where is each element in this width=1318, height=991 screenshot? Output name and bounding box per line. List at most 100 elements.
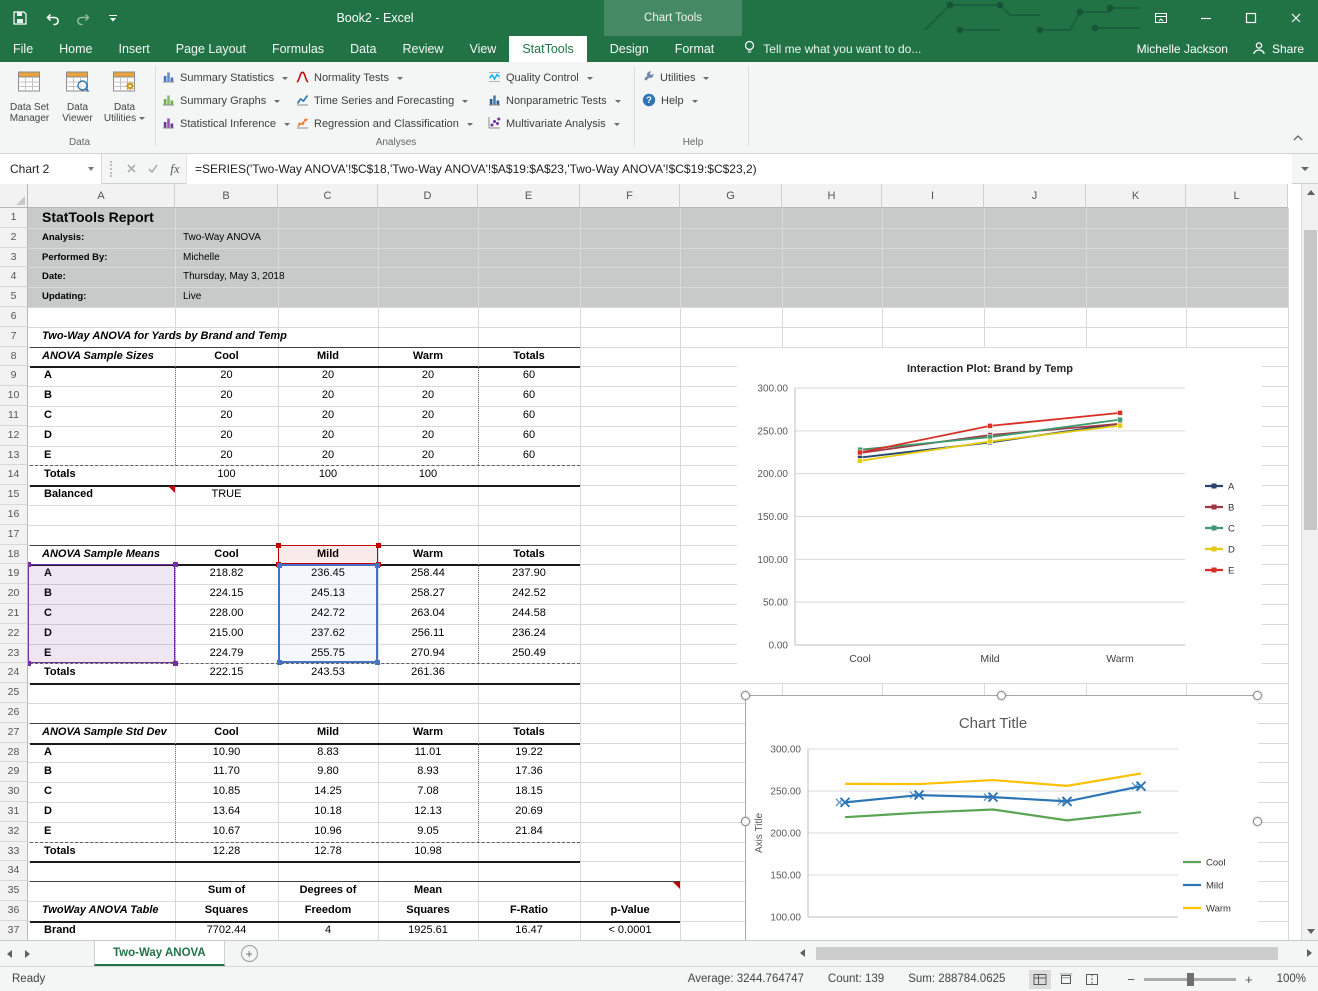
vertical-scrollbar[interactable] <box>1301 184 1318 940</box>
zoom-level[interactable]: 100% <box>1277 973 1306 985</box>
row-header-34[interactable]: 34 <box>0 861 28 881</box>
row-header-7[interactable]: 7 <box>0 327 28 347</box>
row-header-22[interactable]: 22 <box>0 624 28 644</box>
cell-D14[interactable]: 100 <box>378 465 478 485</box>
cell-C28[interactable]: 8.83 <box>278 743 378 763</box>
cell-C14[interactable]: 100 <box>278 465 378 485</box>
cell-C35[interactable]: Degrees of <box>278 881 378 901</box>
column-header-J[interactable]: J <box>984 184 1086 208</box>
cell-E37[interactable]: 16.47 <box>478 921 580 940</box>
row-header-30[interactable]: 30 <box>0 782 28 802</box>
chart-selected-chart-title[interactable]: 100.00150.00200.00250.00300.00Chart Titl… <box>745 695 1257 940</box>
ribbon-display-options-icon[interactable] <box>1138 0 1183 36</box>
ribbon-button-data-utilities[interactable]: DataUtilities <box>101 66 148 134</box>
cell-E30[interactable]: 18.15 <box>478 782 580 802</box>
cell-E36[interactable]: F-Ratio <box>478 901 580 921</box>
cell-A2[interactable]: Analysis: <box>28 228 175 248</box>
cell-A24[interactable]: Totals <box>28 663 175 683</box>
ribbon-collapse-icon[interactable] <box>1292 129 1304 147</box>
row-header-33[interactable]: 33 <box>0 842 28 862</box>
row-header-1[interactable]: 1 <box>0 208 28 228</box>
tell-me-box[interactable]: Tell me what you want to do... <box>743 36 921 62</box>
cell-A27[interactable]: ANOVA Sample Std Dev <box>28 723 175 743</box>
cell-B14[interactable]: 100 <box>175 465 278 485</box>
cell-D19[interactable]: 258.44 <box>378 564 478 584</box>
cell-B18[interactable]: Cool <box>175 545 278 565</box>
scroll-down-icon[interactable] <box>1302 923 1318 940</box>
cell-A29[interactable]: B <box>28 762 175 782</box>
share-button[interactable]: Share <box>1252 41 1304 58</box>
row-header-6[interactable]: 6 <box>0 307 28 327</box>
new-sheet-button[interactable]: + <box>241 945 258 962</box>
cell-A32[interactable]: E <box>28 822 175 842</box>
row-header-35[interactable]: 35 <box>0 881 28 901</box>
cell-A15[interactable]: Balanced <box>28 485 175 505</box>
column-header-A[interactable]: A <box>28 184 175 208</box>
cell-A9[interactable]: A <box>28 366 175 386</box>
row-header-10[interactable]: 10 <box>0 386 28 406</box>
cell-C10[interactable]: 20 <box>278 386 378 406</box>
ribbon-button-regression-and-classification[interactable]: Regression and Classification <box>296 114 473 134</box>
vertical-scroll-thumb[interactable] <box>1304 230 1317 530</box>
cell-A7[interactable]: Two-Way ANOVA for Yards by Brand and Tem… <box>28 327 175 347</box>
row-header-8[interactable]: 8 <box>0 347 28 367</box>
horizontal-scroll-thumb[interactable] <box>816 947 1278 960</box>
insert-function-icon[interactable]: fx <box>164 154 186 184</box>
cell-D8[interactable]: Warm <box>378 347 478 367</box>
cell-E12[interactable]: 60 <box>478 426 580 446</box>
cell-A11[interactable]: C <box>28 406 175 426</box>
cell-D37[interactable]: 1925.61 <box>378 921 478 940</box>
cell-E21[interactable]: 244.58 <box>478 604 580 624</box>
select-all-corner[interactable] <box>0 184 28 208</box>
close-button[interactable] <box>1273 0 1318 36</box>
column-header-E[interactable]: E <box>478 184 580 208</box>
cell-E18[interactable]: Totals <box>478 545 580 565</box>
cell-B20[interactable]: 224.15 <box>175 584 278 604</box>
cell-D20[interactable]: 258.27 <box>378 584 478 604</box>
cell-B28[interactable]: 10.90 <box>175 743 278 763</box>
cell-D28[interactable]: 11.01 <box>378 743 478 763</box>
column-header-G[interactable]: G <box>680 184 782 208</box>
cell-B3[interactable]: Michelle <box>175 248 278 268</box>
cell-B8[interactable]: Cool <box>175 347 278 367</box>
tab-format[interactable]: Format <box>662 36 728 62</box>
cell-B24[interactable]: 222.15 <box>175 663 278 683</box>
row-header-32[interactable]: 32 <box>0 822 28 842</box>
row-header-14[interactable]: 14 <box>0 465 28 485</box>
cell-C36[interactable]: Freedom <box>278 901 378 921</box>
sheet-nav-right-icon[interactable] <box>18 950 36 958</box>
ribbon-button-statistical-inference[interactable]: Statistical Inference <box>162 114 290 134</box>
cell-C9[interactable]: 20 <box>278 366 378 386</box>
cell-B37[interactable]: 7702.44 <box>175 921 278 940</box>
tab-stattools[interactable]: StatTools <box>509 36 586 62</box>
cell-B19[interactable]: 218.82 <box>175 564 278 584</box>
cell-D32[interactable]: 9.05 <box>378 822 478 842</box>
column-header-H[interactable]: H <box>782 184 882 208</box>
cell-E22[interactable]: 236.24 <box>478 624 580 644</box>
cell-C8[interactable]: Mild <box>278 347 378 367</box>
cell-B4[interactable]: Thursday, May 3, 2018 <box>175 267 278 287</box>
cell-C29[interactable]: 9.80 <box>278 762 378 782</box>
row-header-18[interactable]: 18 <box>0 545 28 565</box>
zoom-in-icon[interactable]: + <box>1245 972 1253 987</box>
row-header-12[interactable]: 12 <box>0 426 28 446</box>
cell-D13[interactable]: 20 <box>378 446 478 466</box>
name-box-dropdown-icon[interactable] <box>88 167 94 171</box>
row-header-23[interactable]: 23 <box>0 644 28 664</box>
row-header-27[interactable]: 27 <box>0 723 28 743</box>
column-header-I[interactable]: I <box>882 184 984 208</box>
cell-C27[interactable]: Mild <box>278 723 378 743</box>
chart-selection-handle[interactable] <box>1253 817 1262 826</box>
cell-E9[interactable]: 60 <box>478 366 580 386</box>
row-header-9[interactable]: 9 <box>0 366 28 386</box>
zoom-out-icon[interactable]: − <box>1127 972 1135 987</box>
cell-B5[interactable]: Live <box>175 287 278 307</box>
cell-A8[interactable]: ANOVA Sample Sizes <box>28 347 175 367</box>
tab-file[interactable]: File <box>0 36 46 62</box>
cell-C33[interactable]: 12.78 <box>278 842 378 862</box>
cell-D33[interactable]: 10.98 <box>378 842 478 862</box>
cell-D22[interactable]: 256.11 <box>378 624 478 644</box>
cell-C12[interactable]: 20 <box>278 426 378 446</box>
cell-D27[interactable]: Warm <box>378 723 478 743</box>
undo-icon[interactable] <box>44 11 60 26</box>
